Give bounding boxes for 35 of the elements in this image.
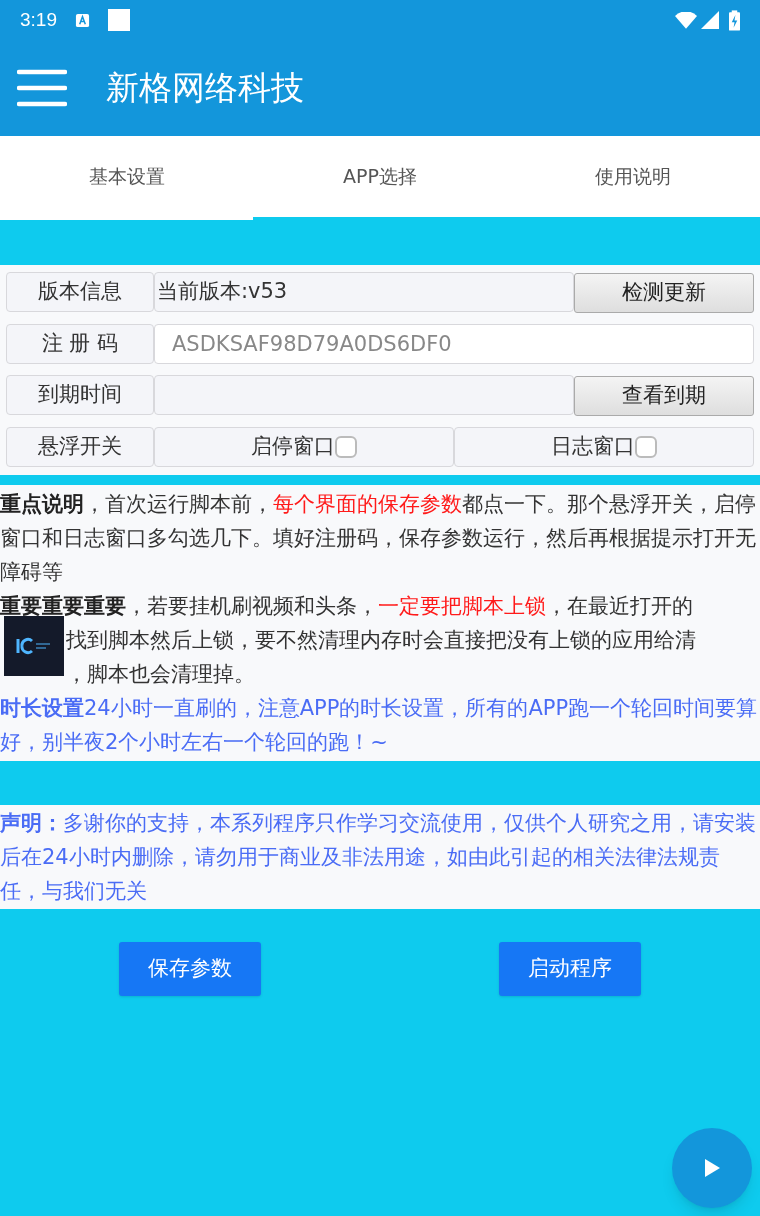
checkbox[interactable]: [635, 436, 657, 458]
tab[interactable]: APP选择: [253, 136, 507, 220]
note-text: 重要重要重要，若要挂机刷视频和头条，一定要把脚本上锁，在最近打开的: [0, 593, 694, 620]
action-button[interactable]: 保存参数: [119, 942, 261, 996]
row-label: 悬浮开关: [6, 427, 154, 467]
toggle-option[interactable]: 启停窗口: [154, 427, 454, 467]
row-label: 到期时间: [6, 375, 154, 415]
action-button[interactable]: 查看到期: [574, 376, 754, 416]
row-label: 版本信息: [6, 272, 154, 312]
checkbox[interactable]: [335, 436, 357, 458]
note-text: 重点说明，首次运行脚本前，每个界面的保存参数都点一下。那个悬浮开关，启停窗口和日志窗口多勾选几下。填好注册码，保存参数运行，然后再根据提示打开无障碍等: [0, 491, 757, 586]
tab[interactable]: 使用说明: [506, 136, 760, 220]
wifi-icon: [675, 11, 697, 29]
app-title: 新格网络科技: [106, 67, 304, 110]
status-time: 3:19: [20, 7, 57, 32]
note-text: 找到脚本然后上锁，要不然清理内存时会直接把没有上锁的应用给清: [66, 627, 697, 654]
menu-icon[interactable]: [17, 68, 67, 108]
action-button[interactable]: 启动程序: [499, 942, 641, 996]
value-field: 当前版本:v53: [154, 272, 574, 312]
note-text: 时长设置24小时一直刷的，注意APP的时长设置，所有的APP跑一个轮回时间要算好，别半夜2个小时左右一个轮回的跑！~: [0, 695, 759, 756]
toggle-option[interactable]: 日志窗口: [454, 427, 754, 467]
play-icon: [702, 1157, 722, 1179]
note-text: ，脚本也会清理掉。: [66, 661, 256, 688]
disclaimer-text: 声明：多谢你的支持，本系列程序只作学习交流使用，仅供个人研究之用，请安装后在24小时内删除，请勿用于商业及非法用途，如由此引起的相关法律法规责任，与我们无关: [0, 805, 760, 909]
row-label: 注 册 码: [6, 324, 154, 364]
battery-charging-icon: [729, 9, 740, 31]
option-label: 日志窗口: [551, 433, 635, 461]
tab[interactable]: 基本设置: [0, 136, 254, 220]
notification-icon: [75, 12, 90, 28]
signal-icon: [701, 11, 719, 29]
notification-square-icon: [108, 9, 130, 31]
action-button[interactable]: 检测更新: [574, 273, 754, 313]
option-label: 启停窗口: [251, 433, 335, 461]
registration-code-field[interactable]: ASDKSAF98D79A0DS6DF0: [154, 324, 754, 364]
floating-app-thumbnail[interactable]: [4, 616, 64, 676]
